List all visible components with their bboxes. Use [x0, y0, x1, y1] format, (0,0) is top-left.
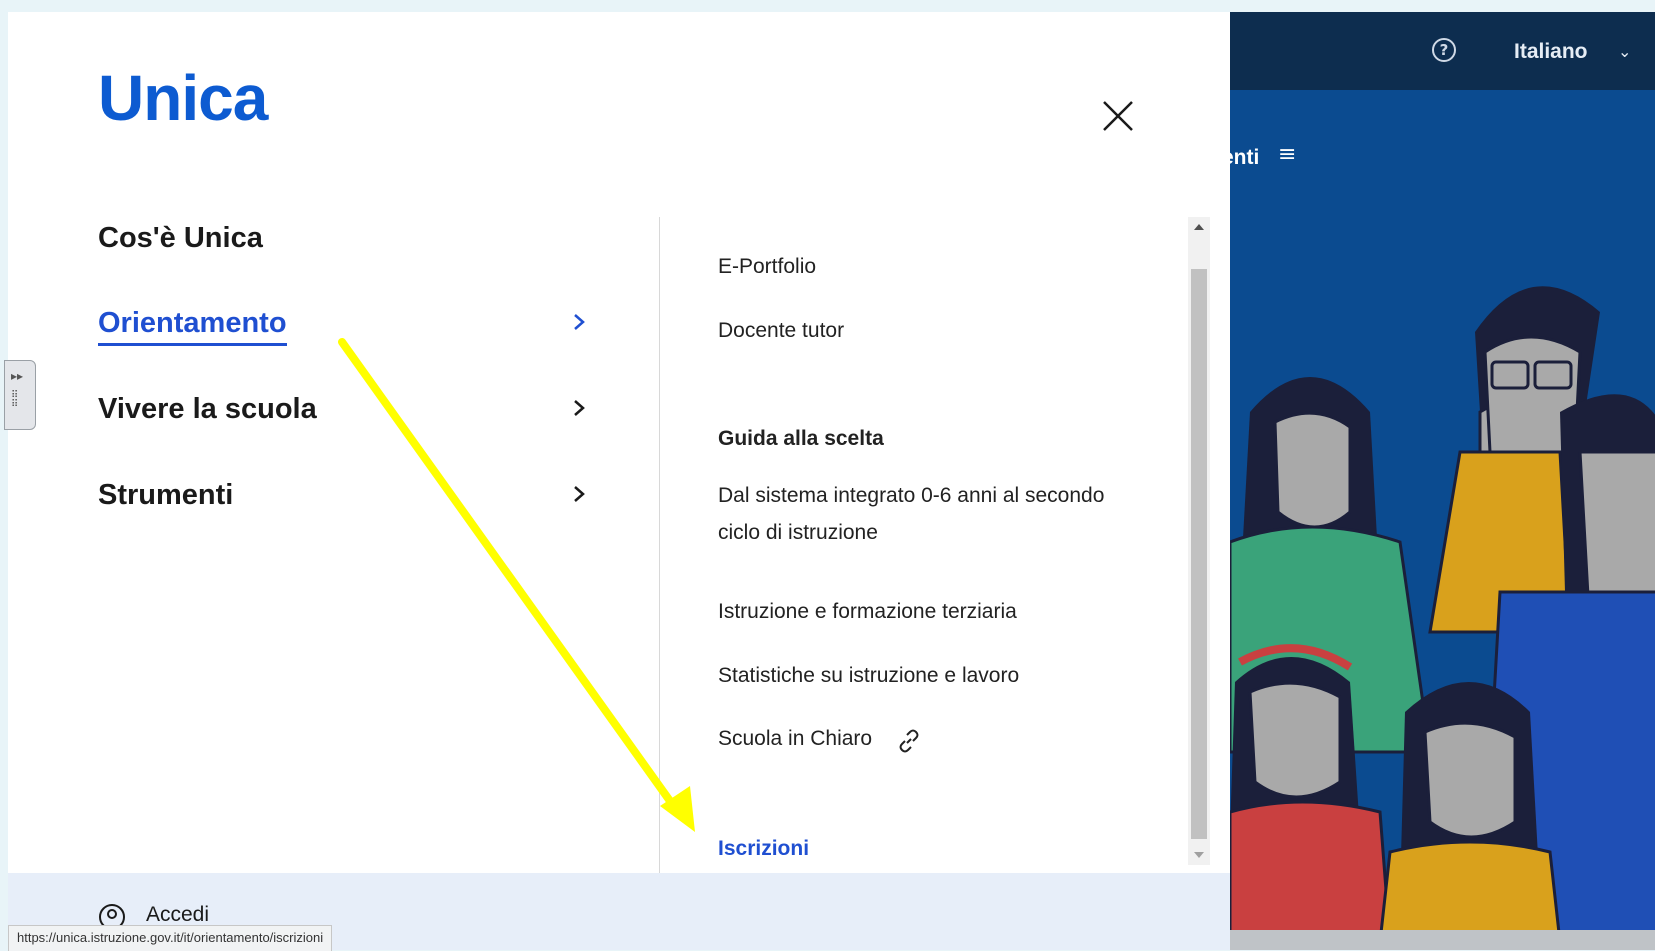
nav-item-label: Vivere la scuola: [98, 393, 317, 425]
scroll-up-arrow-icon[interactable]: [1188, 217, 1210, 239]
chevron-down-icon: ⌄: [1618, 42, 1632, 61]
submenu-link-eportfolio[interactable]: E-Portfolio: [718, 248, 816, 285]
close-icon[interactable]: [1100, 98, 1136, 134]
expand-arrows-icon: ▸▸: [11, 369, 24, 383]
submenu-link-iscrizioni[interactable]: Iscrizioni: [718, 830, 809, 867]
background-nav-text[interactable]: enti: [1230, 146, 1259, 170]
accedi-link[interactable]: Accedi: [146, 903, 209, 927]
language-selector[interactable]: Italiano: [1514, 40, 1588, 64]
background-site: ? Italiano ⌄ enti ≡: [1230, 12, 1655, 950]
nav-item-label: Orientamento: [98, 307, 287, 346]
unica-logo[interactable]: Unica: [98, 68, 318, 130]
side-panel-handle[interactable]: ▸▸ ⠿ ⠿: [4, 360, 36, 430]
submenu-scrollbar[interactable]: [1188, 217, 1210, 865]
submenu-link-istruzione-terziaria[interactable]: Istruzione e formazione terziaria: [718, 593, 1017, 630]
nav-item-vivere-la-scuola[interactable]: Vivere la scuola: [98, 393, 588, 426]
nav-item-label: Cos'è Unica: [98, 222, 263, 254]
submenu-link-statistiche[interactable]: Statistiche su istruzione e lavoro: [718, 657, 1019, 694]
nav-item-strumenti[interactable]: Strumenti: [98, 479, 588, 512]
status-bar-url: https://unica.istruzione.gov.it/it/orien…: [8, 925, 333, 951]
external-link-icon: [899, 729, 919, 753]
nav-item-label: Strumenti: [98, 479, 234, 511]
scroll-down-arrow-icon[interactable]: [1188, 843, 1210, 865]
background-bottom-bar: [1230, 930, 1655, 950]
background-topbar: ? Italiano ⌄: [1230, 12, 1655, 90]
help-icon[interactable]: ?: [1432, 38, 1456, 62]
submenu-link-docente-tutor[interactable]: Docente tutor: [718, 312, 844, 349]
submenu-link-dal-sistema[interactable]: Dal sistema integrato 0-6 anni al second…: [718, 477, 1138, 551]
grip-icon: ⠿ ⠿: [11, 390, 19, 410]
scrollbar-thumb[interactable]: [1191, 269, 1207, 839]
chevron-right-icon: [574, 400, 585, 416]
nav-item-cos-e-unica[interactable]: Cos'è Unica: [98, 222, 588, 255]
family-illustration: [1230, 212, 1655, 942]
logo-text: Unica: [98, 68, 269, 130]
navigation-menu-panel: Unica Cos'è Unica Orientamento Vivere la…: [8, 12, 1230, 950]
background-nav: enti ≡: [1230, 90, 1655, 213]
menu-divider: [659, 217, 660, 885]
chevron-right-icon: [574, 486, 585, 502]
hamburger-icon[interactable]: ≡: [1278, 142, 1296, 167]
submenu-link-scuola-in-chiaro[interactable]: Scuola in Chiaro: [718, 720, 872, 757]
nav-item-orientamento[interactable]: Orientamento: [98, 307, 588, 346]
submenu-heading-guida: Guida alla scelta: [718, 427, 884, 450]
chevron-right-icon: [574, 314, 585, 330]
